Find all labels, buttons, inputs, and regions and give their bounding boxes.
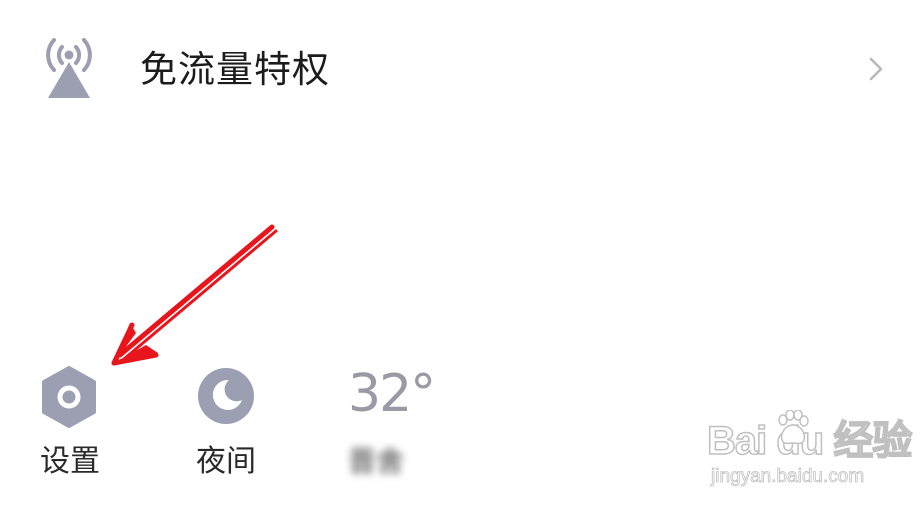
moon-icon [198, 368, 254, 424]
temperature-value: 32° [348, 364, 436, 424]
night-mode-label: 夜间 [196, 444, 256, 479]
night-mode-button[interactable]: 夜间 [170, 360, 290, 490]
settings-label: 设置 [40, 444, 100, 479]
paw-logo-icon [778, 410, 809, 445]
gear-icon [42, 366, 96, 428]
weather-widget[interactable]: 32° 晋舍 [330, 360, 470, 490]
chevron-right-icon [869, 57, 883, 81]
annotation-arrow [111, 224, 278, 366]
signal-tower-icon [46, 38, 92, 98]
menu-item-label: 免流量特权 [140, 48, 330, 91]
menu-item-traffic-free[interactable]: 免流量特权 [0, 0, 924, 140]
settings-button[interactable]: 设置 [0, 360, 140, 490]
watermark-url: jingyan.baidu.com [711, 466, 865, 488]
screen: 免流量特权 设置 夜间 32° 晋舍 Bai du 经验 jingyan.bai… [0, 0, 924, 512]
baidu-jingyan-watermark: Bai du 经验 jingyan.baidu.com [705, 408, 913, 498]
weather-description: 晋舍 [348, 445, 405, 478]
watermark-brand: Bai du 经验 [706, 418, 913, 464]
